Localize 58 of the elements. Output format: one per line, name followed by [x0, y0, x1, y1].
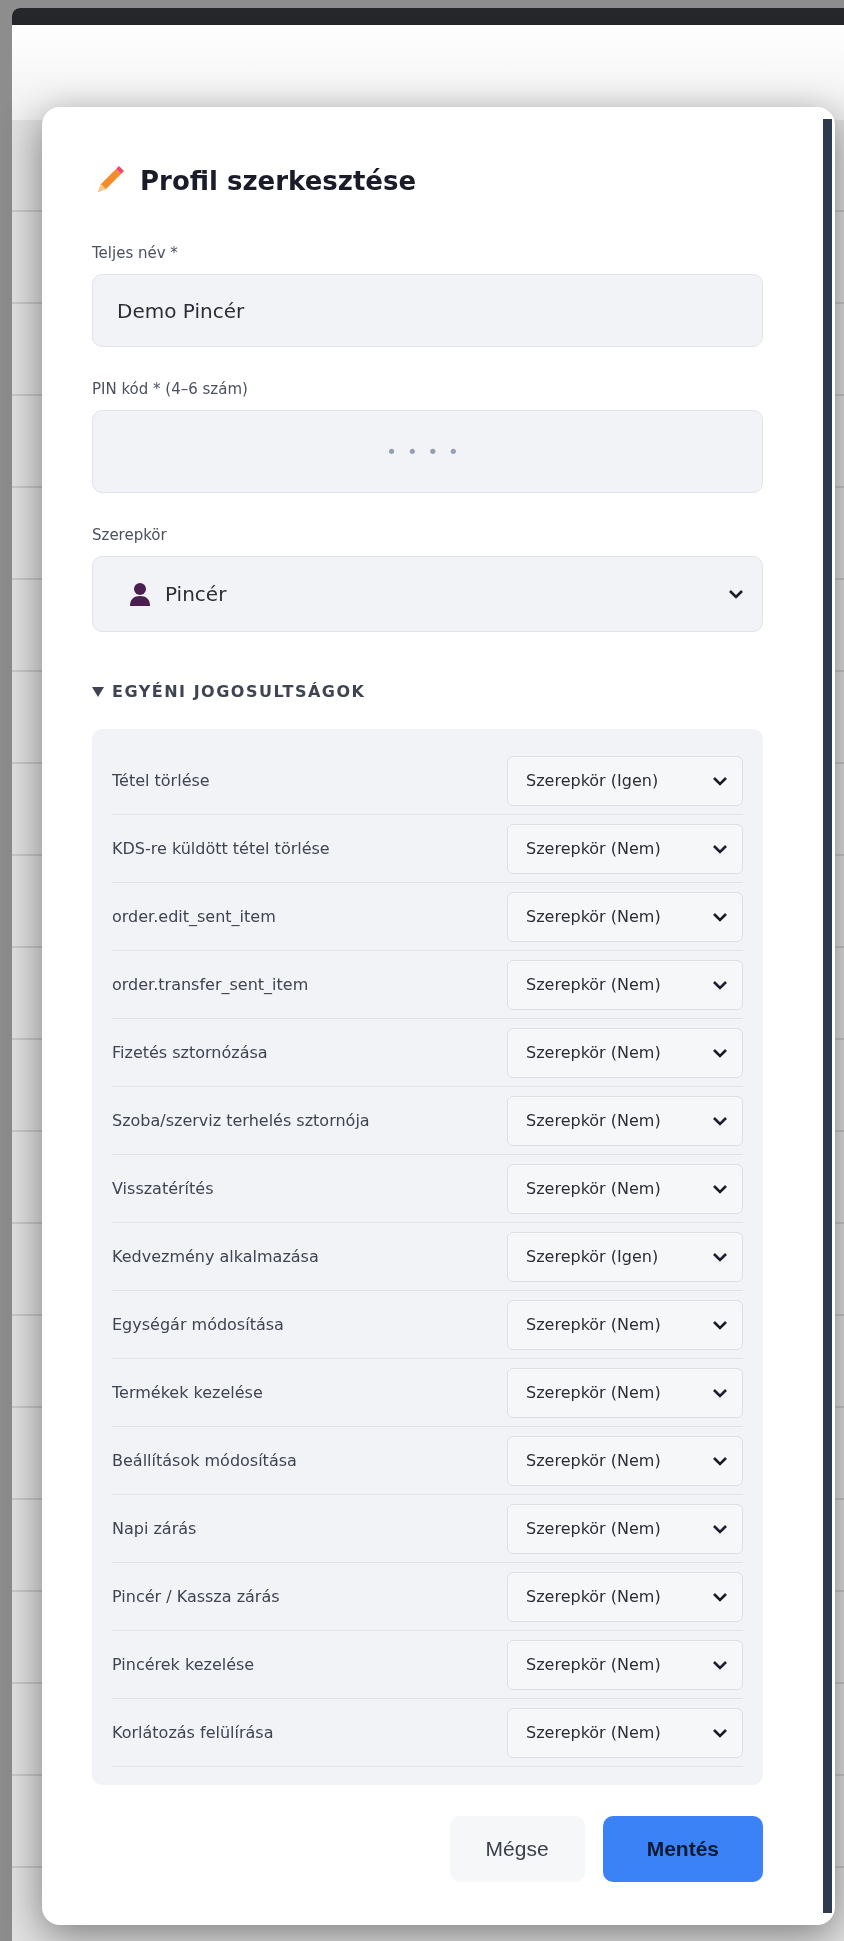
permission-label: Fizetés sztornózása [112, 1043, 268, 1062]
chevron-down-icon [712, 911, 728, 922]
permission-label: Egységár módosítása [112, 1315, 284, 1334]
permission-select[interactable]: Szerepkör (Nem) [507, 823, 743, 874]
chevron-down-icon [712, 979, 728, 990]
permission-label: Szoba/szerviz terhelés sztornója [112, 1111, 370, 1130]
permission-select[interactable]: Szerepkör (Igen) [507, 755, 743, 806]
scrollbar[interactable] [822, 119, 832, 1913]
chevron-down-icon [728, 589, 744, 599]
role-select[interactable]: Pincér [92, 556, 763, 632]
chevron-down-icon [712, 1183, 728, 1194]
permission-select[interactable]: Szerepkör (Nem) [507, 959, 743, 1010]
chevron-down-icon [712, 1387, 728, 1398]
permission-label: order.edit_sent_item [112, 907, 276, 926]
chevron-down-icon [712, 1319, 728, 1330]
permission-label: order.transfer_sent_item [112, 975, 309, 994]
chevron-down-icon [712, 775, 728, 786]
cancel-button[interactable]: Mégse [449, 1816, 585, 1882]
permission-select[interactable]: Szerepkör (Nem) [507, 1639, 743, 1690]
permission-label: Pincérek kezelése [112, 1655, 255, 1674]
permission-select[interactable]: Szerepkör (Nem) [507, 1163, 743, 1214]
permission-select[interactable]: Szerepkör (Nem) [507, 891, 743, 942]
permission-select[interactable]: Szerepkör (Nem) [507, 1367, 743, 1418]
permission-label: KDS-re küldött tétel törlése [112, 839, 330, 858]
permission-select[interactable]: Szerepkör (Igen) [507, 1231, 743, 1282]
field-label: PIN kód * (4–6 szám) [92, 380, 249, 398]
chevron-down-icon [712, 1727, 728, 1738]
field-label: Szerepkör [92, 526, 168, 544]
permission-select[interactable]: Szerepkör (Nem) [507, 1027, 743, 1078]
field-label: Teljes név * [92, 244, 179, 262]
chevron-down-icon [712, 1591, 728, 1602]
person-icon [129, 582, 151, 606]
permission-select[interactable]: Szerepkör (Nem) [507, 1503, 743, 1554]
chevron-down-icon [712, 1659, 728, 1670]
permission-select[interactable]: Szerepkör (Nem) [507, 1299, 743, 1350]
permission-select[interactable]: Szerepkör (Nem) [507, 1571, 743, 1622]
save-button[interactable]: Mentés [602, 1816, 763, 1882]
chevron-down-icon [712, 1047, 728, 1058]
permission-label: Visszatérítés [112, 1179, 214, 1198]
name-input-field[interactable]: Demo Pincér [92, 274, 763, 347]
permission-select[interactable]: Szerepkör (Nem) [507, 1707, 743, 1758]
permission-label: Korlátozás felülírása [112, 1723, 274, 1742]
permissions-toggle[interactable]: EGYÉNI JOGOSULTSÁGOK [92, 682, 763, 701]
permission-label: Pincér / Kassza zárás [112, 1587, 280, 1606]
chevron-down-icon [712, 1251, 728, 1262]
permission-select[interactable]: Szerepkör (Nem) [507, 1095, 743, 1146]
permission-select[interactable]: Szerepkör (Nem) [507, 1435, 743, 1486]
permission-label: Beállítások módosítása [112, 1451, 297, 1470]
permission-label: Napi zárás [112, 1519, 197, 1538]
dialog-title: Profil szerkesztése [140, 166, 417, 196]
chevron-down-icon [712, 843, 728, 854]
chevron-down-icon [712, 1523, 728, 1534]
triangle-icon [92, 685, 104, 698]
chevron-down-icon [712, 1455, 728, 1466]
permission-label: Termékek kezelése [112, 1383, 263, 1402]
permission-label: Kedvezmény alkalmazása [112, 1247, 319, 1266]
chevron-down-icon [712, 1115, 728, 1126]
permission-label: Tétel törlése [112, 771, 210, 790]
